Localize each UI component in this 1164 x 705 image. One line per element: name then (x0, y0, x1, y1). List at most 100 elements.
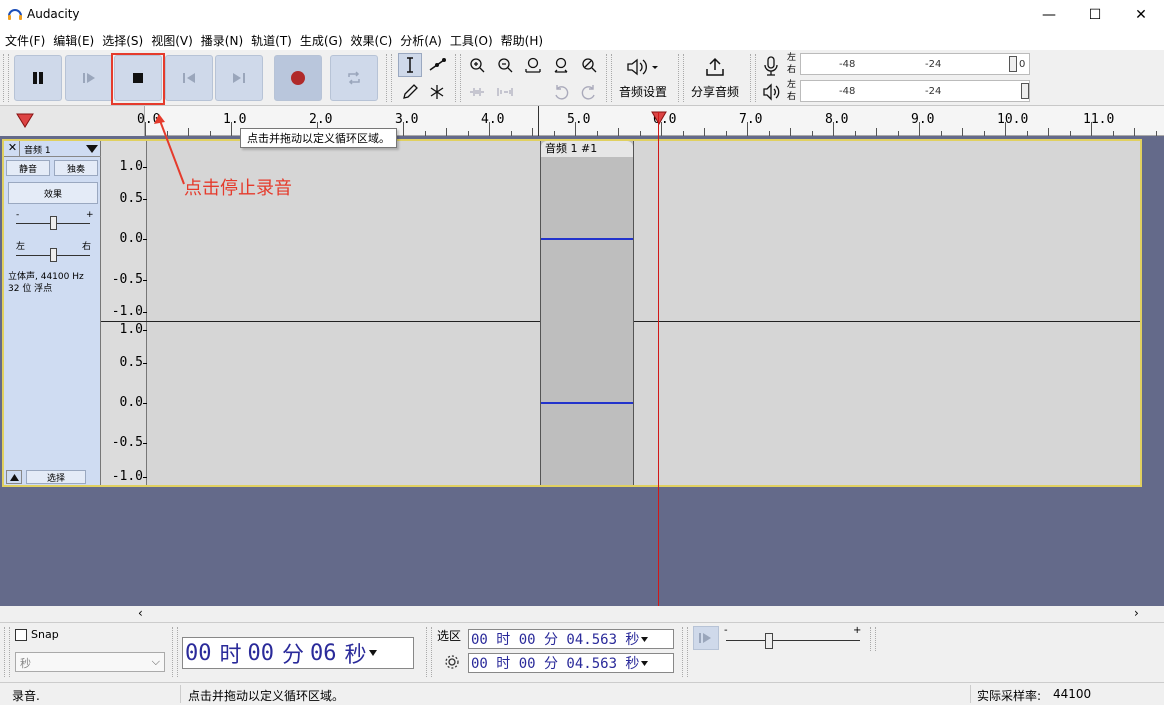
share-audio-button[interactable]: 分享音频 (688, 53, 744, 103)
toolbar-grip[interactable] (678, 54, 684, 102)
toolbar-grip[interactable] (3, 54, 9, 102)
status-bar: 录音. 点击并拖动以定义循环区域。 实际采样率: 44100 (0, 682, 1164, 705)
redo-button[interactable] (577, 80, 601, 104)
toolbar-grip[interactable] (455, 54, 461, 102)
fit-project-button[interactable] (549, 53, 573, 77)
track-panel[interactable]: ✕ 音频 1 静音 独奏 效果 - + 左 右 立体声, 44100 Hz 32… (0, 136, 1164, 606)
maximize-button[interactable]: ☐ (1072, 0, 1118, 30)
playback-meter-slider[interactable] (1021, 83, 1029, 99)
gear-icon[interactable] (444, 654, 460, 670)
snap-unit-select[interactable]: 秒 ⌵ (15, 652, 165, 672)
undo-button[interactable] (549, 80, 573, 104)
audio-track[interactable]: ✕ 音频 1 静音 独奏 效果 - + 左 右 立体声, 44100 Hz 32… (2, 139, 1142, 487)
selection-toolbar: Snap 秒 ⌵ 00 时 00 分 06 秒 选区 00 时 00 分 04.… (0, 622, 1164, 682)
multi-tool-button[interactable] (425, 80, 449, 104)
selection-tool-button[interactable] (398, 53, 422, 77)
audio-clip[interactable]: 音频 1 #1 (540, 141, 634, 485)
close-track-icon[interactable]: ✕ (6, 141, 20, 157)
ruler-major-tick (231, 122, 232, 136)
ruler-minor-tick (790, 128, 791, 136)
time-display[interactable]: 00 时 00 分 06 秒 (182, 637, 414, 669)
selection-end-field[interactable]: 00 时 00 分 04.563 秒 (468, 653, 674, 673)
menu-tools[interactable]: 工具(O) (449, 32, 500, 49)
envelope-tool-button[interactable] (425, 53, 449, 77)
toolbar-grip[interactable] (426, 627, 432, 677)
solo-button[interactable]: 独奏 (54, 160, 98, 176)
minimize-button[interactable]: — (1026, 0, 1072, 30)
menu-tracks[interactable]: 轨道(T) (250, 32, 299, 49)
amplitude-label: 1.0 (119, 159, 143, 174)
menu-generate[interactable]: 生成(G) (299, 32, 350, 49)
redo-icon (581, 85, 595, 100)
speaker-icon[interactable] (762, 83, 782, 101)
pause-button[interactable] (14, 55, 62, 101)
play-meter-mark-24: -24 (925, 86, 942, 97)
toolbar-grip[interactable] (386, 54, 392, 102)
annotation-text: 点击停止录音 (184, 178, 292, 199)
trim-audio-button[interactable] (465, 80, 489, 104)
play-button[interactable] (65, 55, 113, 101)
select-track-button[interactable]: 选择 (26, 470, 86, 484)
chevron-down-icon[interactable] (641, 636, 649, 642)
menu-transport[interactable]: 播录(N) (200, 32, 250, 49)
toolbar-grip[interactable] (4, 627, 10, 677)
record-button[interactable] (274, 55, 322, 101)
record-meter[interactable]: -48 -24 0 (800, 53, 1030, 75)
ruler-minor-tick (962, 128, 963, 136)
amplitude-label: -1.0 (111, 304, 143, 319)
clip-title[interactable]: 音频 1 #1 (541, 141, 633, 157)
track-menu-dropdown-icon[interactable] (86, 145, 98, 153)
horizontal-scrollbar[interactable]: ‹ › (0, 606, 1164, 622)
mute-button[interactable]: 静音 (6, 160, 50, 176)
close-button[interactable]: ✕ (1118, 0, 1164, 30)
zoom-in-button[interactable] (465, 53, 489, 77)
menu-edit[interactable]: 编辑(E) (52, 32, 101, 49)
toolbar-grip[interactable] (606, 54, 612, 102)
play-at-speed-button[interactable] (693, 626, 719, 650)
pan-slider-thumb[interactable] (50, 248, 57, 262)
menu-help[interactable]: 帮助(H) (500, 32, 550, 49)
zoom-toggle-button[interactable] (577, 53, 601, 77)
fit-selection-button[interactable] (521, 53, 545, 77)
vertical-amplitude-ruler[interactable]: 1.0 0.5 0.0 -0.5 -1.0 1.0 0.5 0.0 -0.5 -1.0 (101, 141, 147, 485)
menu-effect[interactable]: 效果(C) (350, 32, 400, 49)
microphone-icon[interactable] (762, 56, 780, 76)
play-speed-slider-thumb[interactable] (765, 633, 773, 649)
skip-to-start-button[interactable] (165, 55, 213, 101)
menu-view[interactable]: 视图(V) (150, 32, 200, 49)
time-format-dropdown-icon[interactable] (368, 650, 377, 656)
audio-setup-button[interactable]: 音频设置 (616, 53, 672, 103)
stop-button-highlight (111, 53, 165, 105)
ruler-tick-label: 9.0 (911, 112, 935, 127)
draw-tool-button[interactable] (398, 80, 422, 104)
record-meter-slider[interactable] (1009, 56, 1017, 72)
skip-to-end-button[interactable] (215, 55, 263, 101)
zoom-out-button[interactable] (493, 53, 517, 77)
snap-checkbox[interactable] (15, 629, 27, 641)
toolbar-grip[interactable] (750, 54, 756, 102)
time-hours-unit: 时 (219, 643, 242, 668)
pan-left-label: 左 (16, 242, 26, 252)
ruler-major-tick (833, 122, 834, 136)
gain-slider-thumb[interactable] (50, 216, 57, 230)
playhead-marker-icon[interactable] (651, 111, 667, 125)
silence-audio-button[interactable] (493, 80, 517, 104)
menu-select[interactable]: 选择(S) (101, 32, 150, 49)
menu-file[interactable]: 文件(F) (4, 32, 52, 49)
chevron-down-icon[interactable] (641, 660, 649, 666)
ruler-major-tick (403, 122, 404, 136)
toolbar-grip[interactable] (682, 627, 688, 677)
selection-end-value: 00 时 00 分 04.563 秒 (471, 656, 640, 672)
scroll-left-icon[interactable]: ‹ (138, 606, 143, 620)
effects-button[interactable]: 效果 (8, 182, 98, 204)
toolbar-grip[interactable] (172, 627, 178, 677)
loop-button[interactable] (330, 55, 378, 101)
menu-analyze[interactable]: 分析(A) (399, 32, 449, 49)
track-name[interactable]: 音频 1 (24, 143, 51, 156)
toolbar-grip[interactable] (870, 627, 876, 651)
selection-start-field[interactable]: 00 时 00 分 04.563 秒 (468, 629, 674, 649)
play-speed-slider-track[interactable] (726, 640, 860, 641)
scroll-right-icon[interactable]: › (1134, 606, 1139, 620)
collapse-track-button[interactable] (6, 470, 22, 484)
playback-meter[interactable]: -48 -24 (800, 80, 1030, 102)
